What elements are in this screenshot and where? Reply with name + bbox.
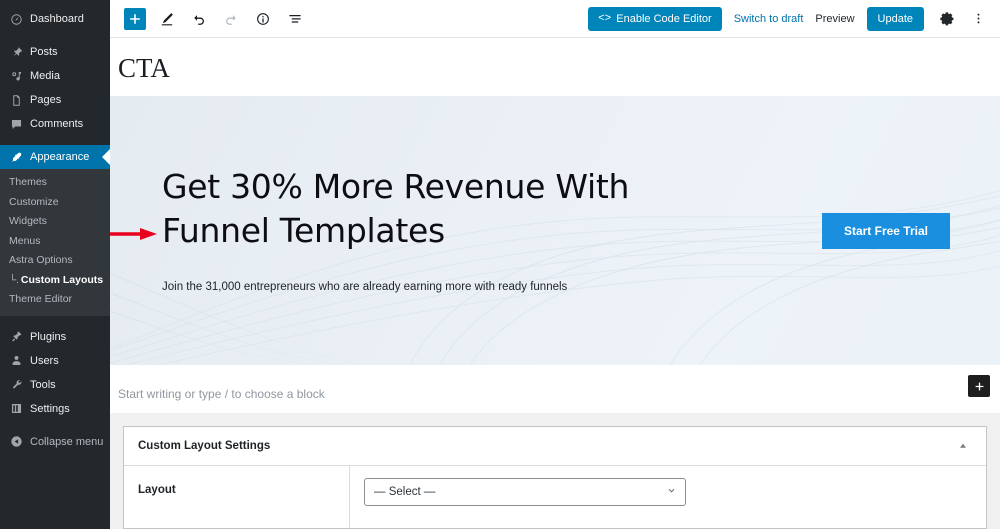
metabox-title: Custom Layout Settings <box>138 440 271 452</box>
gear-icon[interactable] <box>936 9 956 29</box>
dashboard-icon <box>9 12 23 26</box>
sidebar-item-media[interactable]: Media <box>0 64 110 88</box>
list-view-icon <box>289 14 301 23</box>
redo-button[interactable] <box>220 8 242 30</box>
sidebar-item-appearance[interactable]: Appearance <box>0 145 110 169</box>
submenu-item-widgets[interactable]: Widgets <box>0 212 110 232</box>
metabox-body: Layout — Select — <box>124 466 986 528</box>
layout-select-wrapper: — Select — <box>364 478 686 506</box>
redo-icon <box>226 14 236 25</box>
custom-layout-settings-panel: Custom Layout Settings Layout — Select — <box>123 426 987 529</box>
sidebar-item-label: Plugins <box>30 330 67 343</box>
info-icon <box>257 12 269 25</box>
pencil-icon <box>161 12 173 25</box>
hero-content: Get 30% More Revenue With Funnel Templat… <box>110 96 1000 365</box>
tree-branch-icon: └. <box>9 274 19 286</box>
settings-row-layout: Layout — Select — <box>124 466 986 528</box>
sidebar-divider <box>0 136 110 145</box>
plus-icon <box>975 382 983 390</box>
wordpress-block-editor: Dashboard Posts Media Pages Comments App… <box>0 0 1000 529</box>
add-block-inserter-button[interactable] <box>968 375 990 397</box>
editor-toolbar <box>124 7 306 30</box>
layout-field-label: Layout <box>124 466 350 528</box>
sidebar-item-label: Dashboard <box>30 13 84 25</box>
sidebar-item-settings[interactable]: Settings <box>0 397 110 421</box>
sidebar-item-users[interactable]: Users <box>0 349 110 373</box>
plugins-icon <box>9 330 23 344</box>
enable-code-editor-button[interactable]: <> Enable Code Editor <box>588 6 722 31</box>
sidebar-item-comments[interactable]: Comments <box>0 112 110 136</box>
pin-icon <box>9 45 23 59</box>
sidebar-item-pages[interactable]: Pages <box>0 88 110 112</box>
collapse-arrow-icon <box>9 435 23 449</box>
sidebar-item-label: Users <box>30 354 59 367</box>
sidebar-item-label: Tools <box>30 378 56 391</box>
submenu-item-customize[interactable]: Customize <box>0 193 110 213</box>
chevron-up-icon[interactable] <box>954 437 972 455</box>
switch-to-draft-link[interactable]: Switch to draft <box>734 13 804 25</box>
editor-main: <> Enable Code Editor Switch to draft Pr… <box>110 0 1000 529</box>
edit-tool-button[interactable] <box>156 8 178 30</box>
block-appender-placeholder: Start writing or type / to choose a bloc… <box>118 387 325 401</box>
submenu-item-label: Custom Layouts <box>20 273 104 286</box>
list-view-button[interactable] <box>284 8 306 30</box>
sidebar-collapse-label: Collapse menu <box>30 435 104 448</box>
more-vertical-icon[interactable] <box>968 9 988 29</box>
settings-sliders-icon <box>9 402 23 416</box>
submenu-item-menus[interactable]: Menus <box>0 232 110 252</box>
sidebar-item-tools[interactable]: Tools <box>0 373 110 397</box>
undo-icon <box>194 14 204 25</box>
enable-code-editor-label: Enable Code Editor <box>616 12 712 25</box>
hero-text-group: Get 30% More Revenue With Funnel Templat… <box>162 165 722 297</box>
sidebar-item-posts[interactable]: Posts <box>0 40 110 64</box>
sidebar-divider <box>0 421 110 430</box>
sidebar-item-label: Posts <box>30 46 58 58</box>
users-icon <box>9 354 23 368</box>
code-brackets-icon: <> <box>598 12 612 25</box>
sidebar-collapse-menu[interactable]: Collapse menu <box>0 430 110 454</box>
sidebar-item-label: Pages <box>30 94 62 106</box>
submenu-item-themes[interactable]: Themes <box>0 173 110 193</box>
sidebar-item-label: Media <box>30 70 60 82</box>
undo-button[interactable] <box>188 8 210 30</box>
hero-subheading[interactable]: Join the 31,000 entrepreneurs who are al… <box>162 279 722 296</box>
sidebar-item-plugins[interactable]: Plugins <box>0 325 110 349</box>
hero-heading[interactable]: Get 30% More Revenue With Funnel Templat… <box>162 165 722 253</box>
media-icon <box>9 69 23 83</box>
sidebar-item-dashboard[interactable]: Dashboard <box>0 7 110 31</box>
start-free-trial-button[interactable]: Start Free Trial <box>821 212 950 249</box>
comments-icon <box>9 117 23 131</box>
sidebar-item-label: Appearance <box>30 151 90 163</box>
block-appender[interactable]: Start writing or type / to choose a bloc… <box>110 365 1000 413</box>
pages-icon <box>9 93 23 107</box>
tools-wrench-icon <box>9 378 23 392</box>
appearance-submenu: Themes Customize Widgets Menus Astra Opt… <box>0 169 110 316</box>
sidebar-divider <box>0 31 110 40</box>
metabox-area: Custom Layout Settings Layout — Select — <box>110 413 1000 529</box>
update-button[interactable]: Update <box>866 6 924 31</box>
add-block-button[interactable] <box>124 7 146 30</box>
details-button[interactable] <box>252 8 274 30</box>
post-title[interactable]: CTA <box>110 38 1000 96</box>
submenu-item-astra-options[interactable]: Astra Options <box>0 251 110 271</box>
editor-header-actions: <> Enable Code Editor Switch to draft Pr… <box>588 6 988 31</box>
appearance-brush-icon <box>9 150 23 164</box>
editor-canvas: CTA Get 30% More Revenue With Funnel Tem… <box>110 38 1000 413</box>
submenu-item-theme-editor[interactable]: Theme Editor <box>0 290 110 310</box>
editor-header-bar: <> Enable Code Editor Switch to draft Pr… <box>110 0 1000 38</box>
hero-block[interactable]: Get 30% More Revenue With Funnel Templat… <box>110 96 1000 365</box>
sidebar-item-label: Comments <box>30 118 84 130</box>
submenu-item-custom-layouts[interactable]: └. Custom Layouts <box>0 271 110 291</box>
layout-select[interactable]: — Select — <box>364 478 686 506</box>
sidebar-divider <box>0 316 110 325</box>
metabox-header: Custom Layout Settings <box>124 427 986 466</box>
preview-button[interactable]: Preview <box>815 13 854 25</box>
sidebar-item-label: Settings <box>30 402 70 415</box>
plus-icon <box>130 13 140 24</box>
admin-sidebar: Dashboard Posts Media Pages Comments App… <box>0 0 110 529</box>
layout-field-control: — Select — <box>350 466 986 528</box>
